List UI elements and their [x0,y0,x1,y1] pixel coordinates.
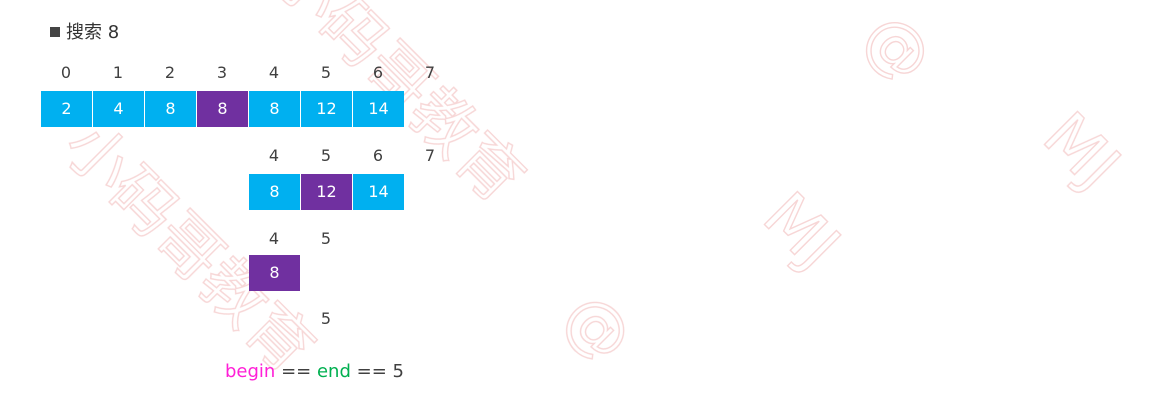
binary-search-diagram: 小码哥教育 @ MJ 小码哥教育 @ MJ 搜索 8 0 1 2 3 4 5 6… [0,0,1164,402]
row4-index-5: 5 [320,309,332,328]
row2-cell-4: 8 [249,174,300,210]
row3-index-4: 4 [268,229,280,248]
row1-cell-6: 14 [353,91,404,127]
row2-index-5: 5 [320,146,332,165]
row1-cell-2: 8 [145,91,196,127]
row3-index-5: 5 [320,229,332,248]
row1-index-2: 2 [164,63,176,82]
equals-operator-1: == [281,361,312,382]
row2-cell-5-mid: 12 [301,174,352,210]
row2-index-7: 7 [424,146,436,165]
row1-index-6: 6 [372,63,384,82]
begin-label: begin [225,361,276,382]
watermark: 小码哥教育 @ MJ 小码哥教育 @ MJ [48,0,1134,388]
end-label: end [316,361,351,382]
result-value: 5 [392,361,404,382]
row2-index-6: 6 [372,146,384,165]
row1-index-5: 5 [320,63,332,82]
watermark-text-3: MJ [749,179,854,284]
row1-cell-3-mid: 8 [197,91,248,127]
watermark-text-5: @ [849,0,947,97]
row1-index-0: 0 [60,63,72,82]
row2-cell-6: 14 [353,174,404,210]
row1-cell-1: 4 [93,91,144,127]
section-title-text: 搜索 8 [66,22,120,43]
row2-index-4: 4 [268,146,280,165]
row1-cell-5: 12 [301,91,352,127]
section-title: 搜索 8 [50,18,119,44]
row1-index-3: 3 [216,63,228,82]
watermark-text-6: MJ [1029,99,1134,204]
row1-cell-0: 2 [41,91,92,127]
square-bullet-icon [50,27,60,37]
watermark-text-2: @ [549,279,647,377]
equals-operator-2: == [356,361,387,382]
row1-index-4: 4 [268,63,280,82]
row1-cell-4: 8 [249,91,300,127]
row3-cell-4-mid: 8 [249,255,300,291]
row1-index-1: 1 [112,63,124,82]
row1-index-7: 7 [424,63,436,82]
result-line: begin == end == 5 [225,361,404,382]
